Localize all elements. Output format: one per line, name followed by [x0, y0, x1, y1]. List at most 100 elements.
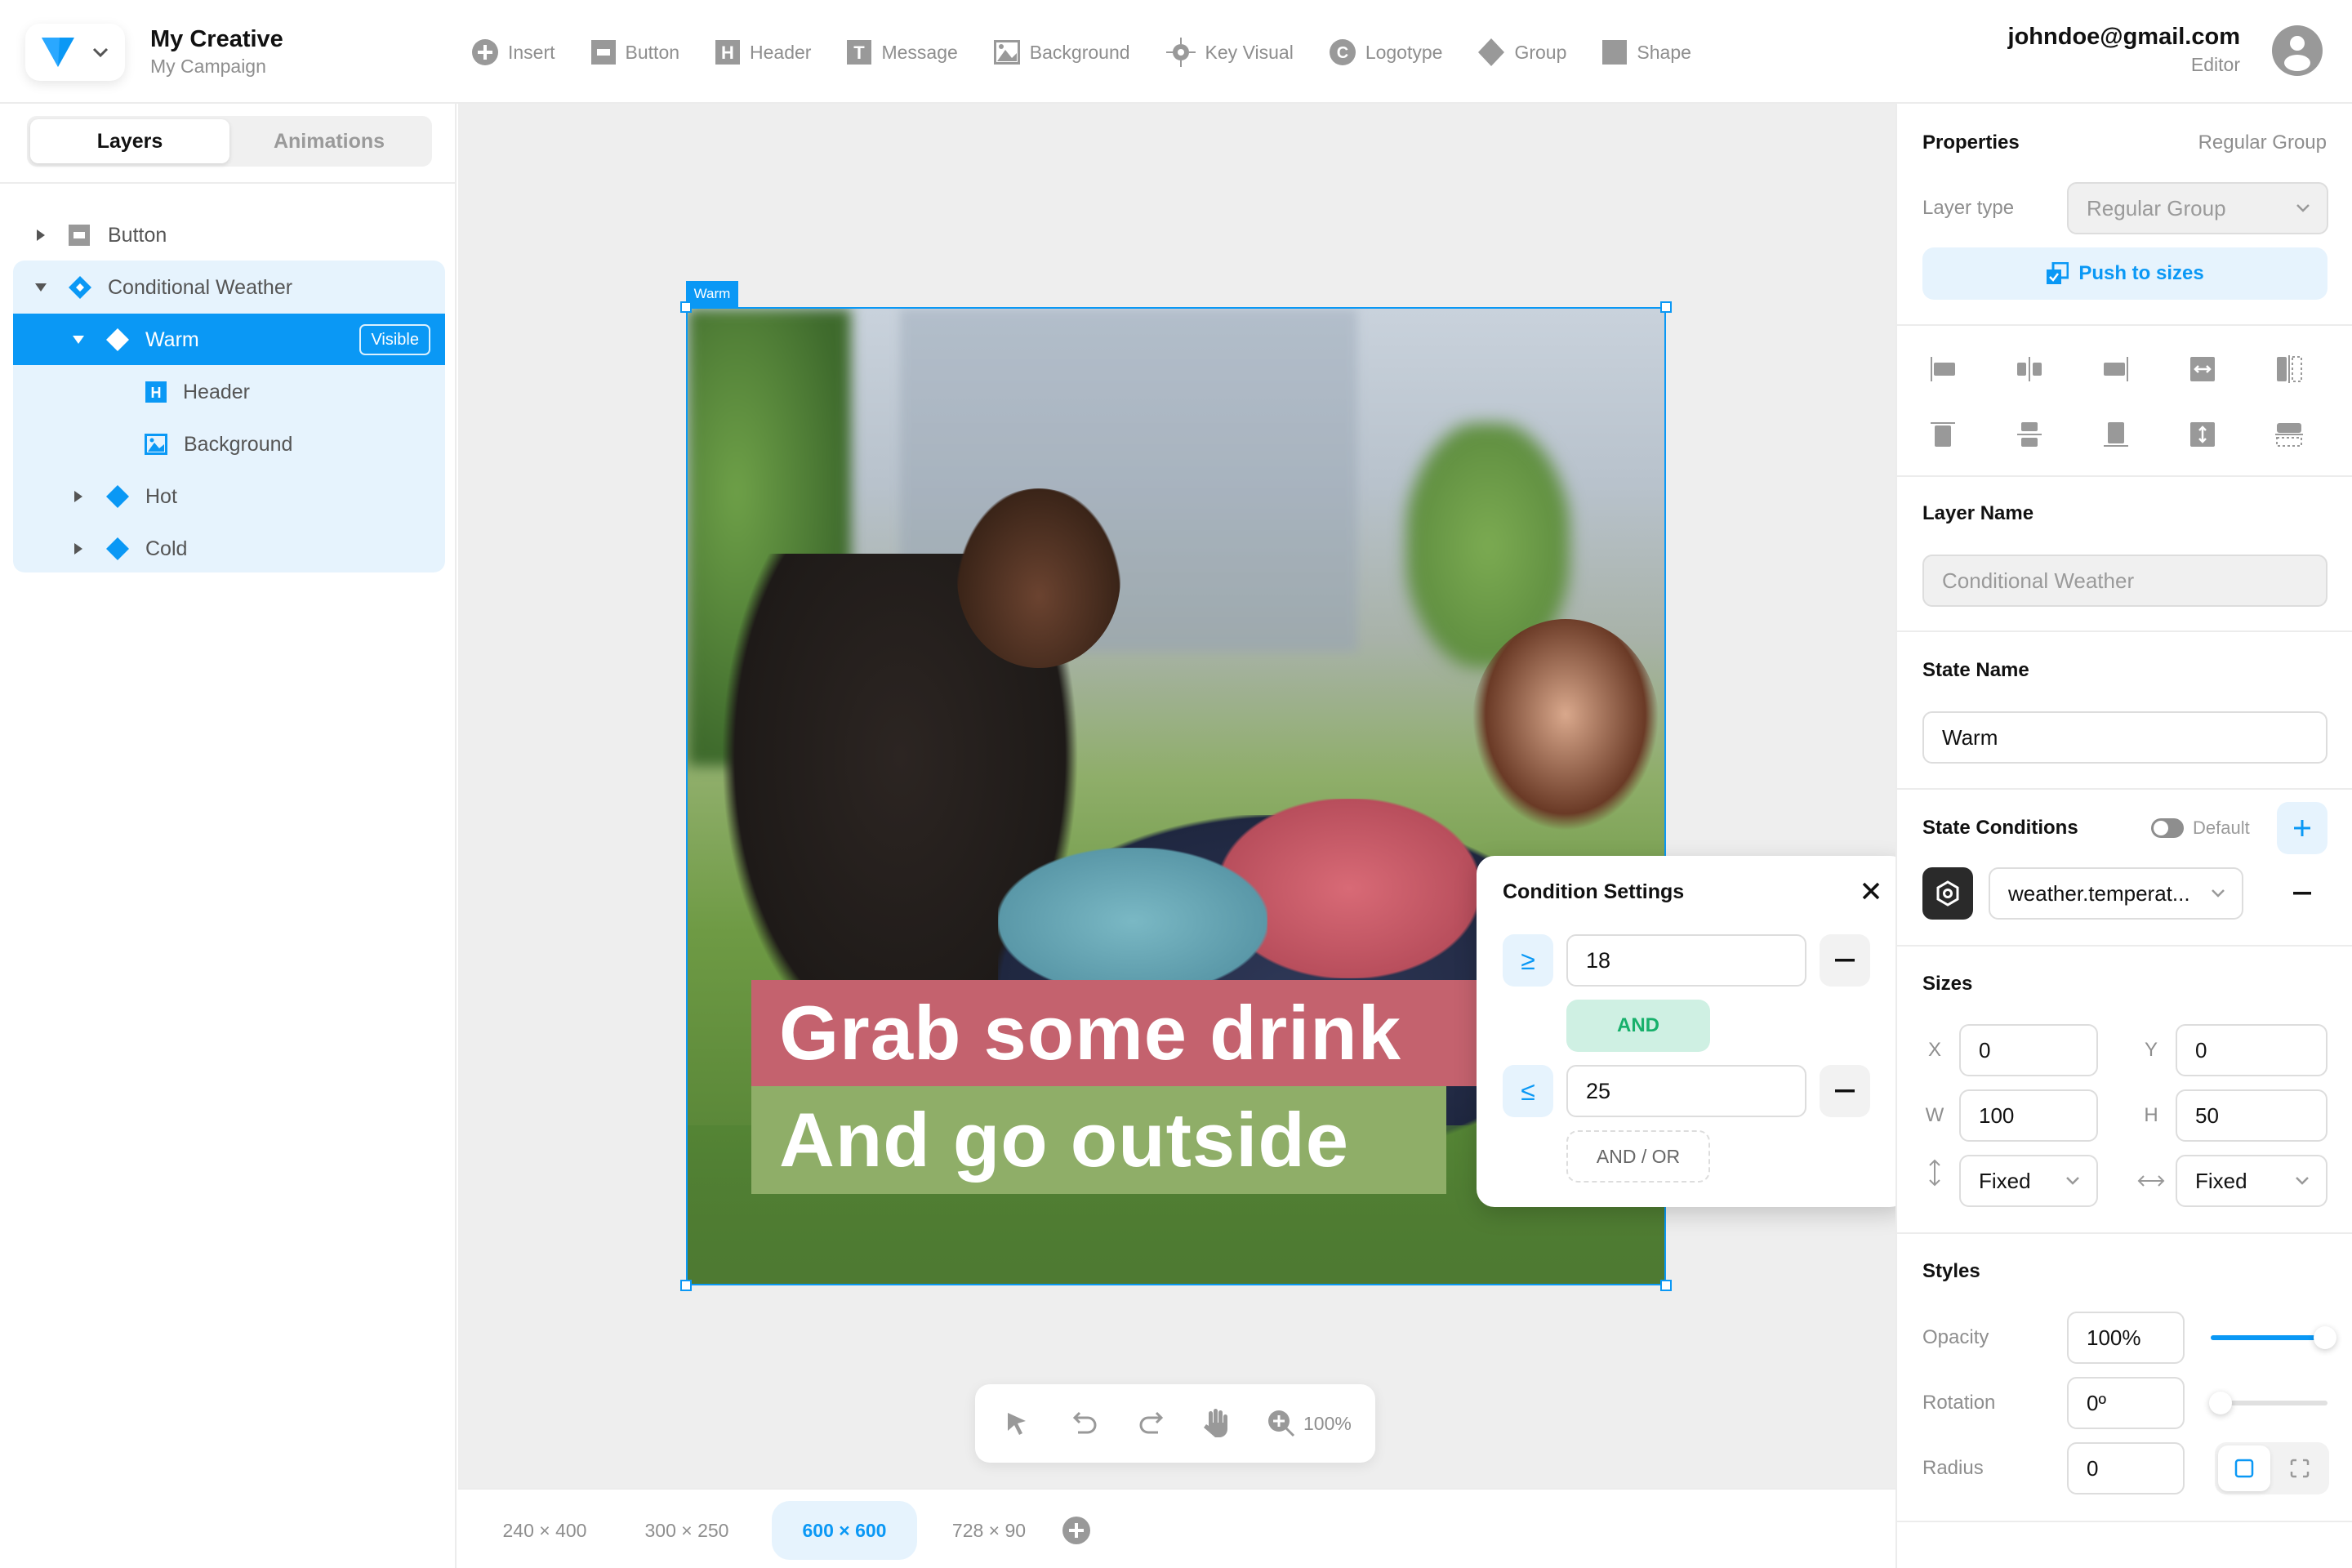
visibility-badge[interactable]: Visible: [359, 324, 430, 355]
operator-lte-button[interactable]: ≤: [1503, 1065, 1553, 1117]
align-right-button[interactable]: [2096, 349, 2136, 390]
add-size-icon[interactable]: [1062, 1517, 1090, 1544]
size-tab-728x90[interactable]: 728 × 90: [932, 1501, 1046, 1560]
caret-right-icon[interactable]: [33, 229, 49, 241]
account-info[interactable]: johndoe@gmail.com Editor: [2008, 21, 2240, 77]
zoom-in-icon: [1268, 1410, 1295, 1437]
layer-item-hot[interactable]: Hot: [70, 470, 177, 523]
align-bottom-button[interactable]: [2096, 414, 2136, 455]
tool-key-visual[interactable]: Key Visual: [1165, 38, 1294, 67]
tool-shape[interactable]: Shape: [1602, 40, 1691, 65]
rotation-slider[interactable]: [2209, 1392, 2328, 1414]
opacity-slider[interactable]: [2211, 1326, 2336, 1349]
left-panel: Layers Animations Button Conditional Wea…: [0, 104, 457, 1568]
zoom-level: 100%: [1303, 1412, 1352, 1434]
state-diamond-icon: [106, 485, 129, 508]
rotation-input[interactable]: 0º: [2067, 1377, 2185, 1429]
condition-source-value: weather.temperat...: [2008, 880, 2190, 906]
tool-header[interactable]: H Header: [715, 40, 811, 65]
align-left-button[interactable]: [1922, 349, 1963, 390]
tool-background[interactable]: Background: [993, 40, 1130, 65]
layer-type-select[interactable]: Regular Group: [2067, 182, 2328, 234]
tool-logotype[interactable]: C Logotype: [1329, 39, 1442, 65]
undo-button[interactable]: [1071, 1410, 1137, 1437]
resize-handle-bottom-left[interactable]: [680, 1280, 692, 1291]
size-tab-240x400[interactable]: 240 × 400: [488, 1501, 602, 1560]
corners-icon: [2290, 1459, 2310, 1478]
default-toggle[interactable]: [2151, 818, 2184, 838]
resize-handle-bottom-right[interactable]: [1660, 1280, 1672, 1291]
slider-knob[interactable]: [2209, 1392, 2232, 1414]
square-outline-icon: [2234, 1459, 2254, 1478]
tool-group[interactable]: Group: [1478, 38, 1566, 66]
tab-layers[interactable]: Layers: [30, 119, 229, 163]
opacity-input[interactable]: 100%: [2067, 1312, 2185, 1364]
tool-button[interactable]: Button: [590, 40, 679, 65]
stretch-vertical-button[interactable]: [2182, 414, 2223, 455]
individual-corners-button[interactable]: [2274, 1446, 2326, 1491]
operator-gte-button[interactable]: ≥: [1503, 934, 1553, 987]
layer-item-cold[interactable]: Cold: [70, 523, 187, 575]
tool-insert[interactable]: Insert: [472, 39, 555, 65]
chevron-down-icon: [2212, 889, 2225, 898]
state-name-input[interactable]: Warm: [1922, 711, 2328, 764]
condition-source-select[interactable]: weather.temperat...: [1989, 867, 2243, 920]
distribute-vertical-button[interactable]: [2269, 414, 2310, 455]
y-label: Y: [2144, 1039, 2158, 1061]
caret-right-icon[interactable]: [70, 543, 87, 555]
caret-right-icon[interactable]: [70, 491, 87, 502]
headline-line-1[interactable]: Grab some drink: [751, 980, 1535, 1086]
remove-condition-button[interactable]: [1820, 1065, 1870, 1117]
properties-panel: Properties Regular Group Layer type Regu…: [1895, 104, 2352, 1568]
condition-value-input-2[interactable]: 25: [1566, 1065, 1806, 1117]
caret-down-icon[interactable]: [33, 283, 49, 292]
resize-handle-top-left[interactable]: [680, 301, 692, 313]
pan-tool[interactable]: [1202, 1408, 1267, 1439]
size-tab-600x600[interactable]: 600 × 600: [772, 1501, 917, 1560]
stretch-horizontal-button[interactable]: [2182, 349, 2223, 390]
resize-handle-top-right[interactable]: [1660, 301, 1672, 313]
layer-item-button[interactable]: Button: [33, 209, 167, 261]
square-icon: [1602, 40, 1628, 65]
headline-line-2[interactable]: And go outside: [751, 1086, 1446, 1194]
tool-message[interactable]: T Message: [847, 40, 958, 65]
layer-item-header[interactable]: H Header: [145, 366, 250, 418]
redo-button[interactable]: [1137, 1410, 1202, 1437]
tab-animations[interactable]: Animations: [229, 119, 429, 163]
x-input[interactable]: 0: [1959, 1024, 2098, 1076]
add-condition-button[interactable]: [2277, 802, 2328, 854]
y-input[interactable]: 0: [2176, 1024, 2328, 1076]
uniform-radius-button[interactable]: [2218, 1446, 2270, 1491]
align-center-v-button[interactable]: [2009, 414, 2050, 455]
slider-knob[interactable]: [2314, 1326, 2336, 1349]
layer-item-warm[interactable]: Warm Visible: [13, 314, 445, 366]
condition-value-input-1[interactable]: 18: [1566, 934, 1806, 987]
app-menu-button[interactable]: [25, 24, 125, 81]
layer-item-background[interactable]: Background: [145, 418, 292, 470]
height-input[interactable]: 50: [2176, 1089, 2328, 1142]
distribute-horizontal-button[interactable]: [2269, 349, 2310, 390]
horizontal-sizing-select[interactable]: Fixed: [2176, 1155, 2328, 1207]
width-input[interactable]: 100: [1959, 1089, 2098, 1142]
radius-input[interactable]: 0: [2067, 1442, 2185, 1494]
panel-tabs: Layers Animations: [27, 116, 432, 167]
caret-down-icon[interactable]: [70, 336, 87, 344]
align-center-vertical-icon: [2017, 422, 2042, 447]
select-tool[interactable]: [1006, 1411, 1071, 1436]
vertical-sizing-select[interactable]: Fixed: [1959, 1155, 2098, 1207]
align-center-h-button[interactable]: [2009, 349, 2050, 390]
data-source-button[interactable]: [1922, 867, 1973, 920]
remove-condition-button[interactable]: [1820, 934, 1870, 987]
push-to-sizes-button[interactable]: Push to sizes: [1922, 247, 2328, 300]
zoom-control[interactable]: 100%: [1267, 1410, 1352, 1437]
align-top-button[interactable]: [1922, 414, 1963, 455]
avatar-icon[interactable]: [2272, 25, 2323, 76]
join-and-button[interactable]: AND: [1566, 1000, 1710, 1052]
size-tab-300x250[interactable]: 300 × 250: [630, 1501, 744, 1560]
close-icon[interactable]: [1859, 879, 1883, 903]
layer-name-input[interactable]: Conditional Weather: [1922, 555, 2328, 607]
align-bottom-icon: [2104, 422, 2128, 447]
remove-state-condition-button[interactable]: [2277, 867, 2328, 920]
add-and-or-button[interactable]: AND / OR: [1566, 1130, 1710, 1183]
layer-item-conditional-weather[interactable]: Conditional Weather: [33, 261, 292, 314]
